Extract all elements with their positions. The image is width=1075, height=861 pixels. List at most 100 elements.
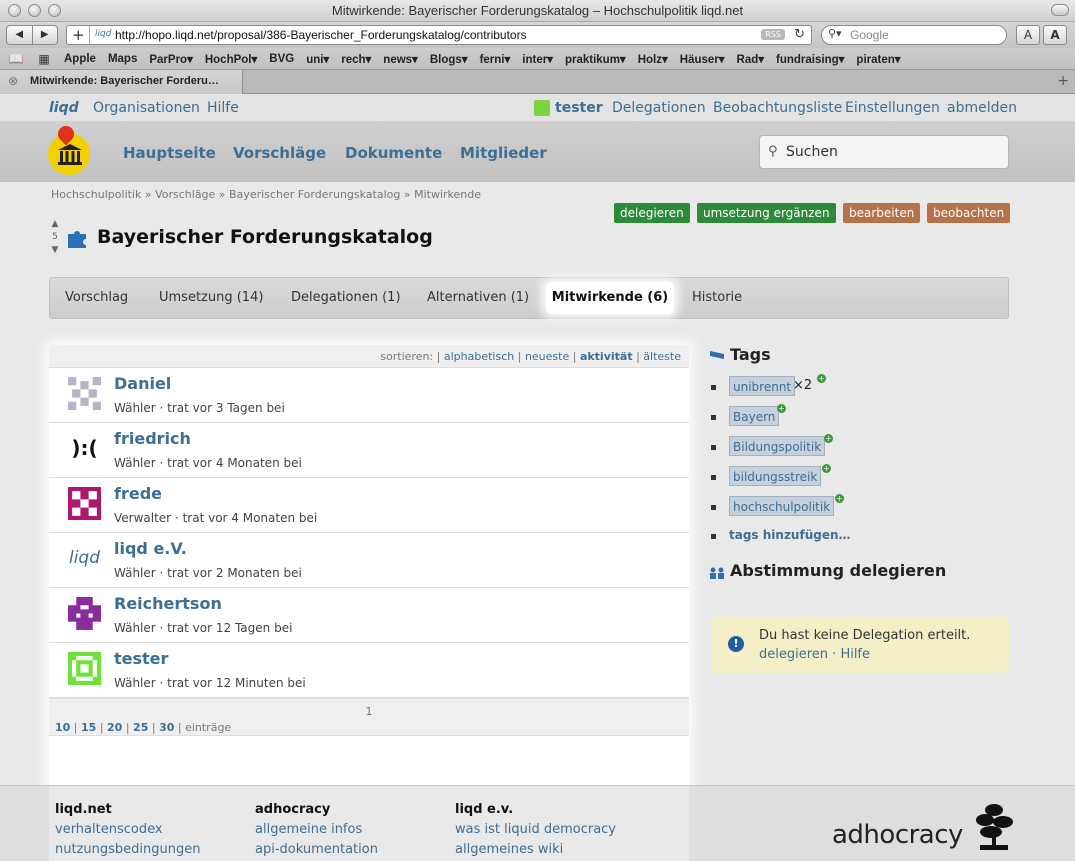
address-bar[interactable]: + liqd http://hopo.liqd.net/proposal/386… xyxy=(66,25,812,45)
avatar[interactable] xyxy=(68,652,101,685)
contributor-name[interactable]: Reichertson xyxy=(114,594,222,613)
sort-aktivitaet[interactable]: aktivität xyxy=(580,350,633,363)
beobachten-button[interactable]: beobachten xyxy=(927,203,1011,223)
bookmark-item[interactable]: fundraising▾ xyxy=(776,52,844,66)
contributor-name[interactable]: liqd e.V. xyxy=(114,539,187,558)
nav-hauptseite[interactable]: Hauptseite xyxy=(123,144,216,162)
footer-link[interactable]: was ist liquid democracy xyxy=(455,820,616,840)
footer-link[interactable]: api-dokumentation xyxy=(255,840,378,860)
add-tags-link[interactable]: tags hinzufügen… xyxy=(729,528,851,542)
contributor-name[interactable]: friedrich xyxy=(114,429,191,448)
footer-link[interactable]: allgemeine infos xyxy=(255,820,378,840)
avatar[interactable] xyxy=(68,487,101,520)
tag-link[interactable]: Bayern xyxy=(729,406,780,426)
add-tag-icon[interactable]: + xyxy=(835,494,844,503)
tab-historie[interactable]: Historie xyxy=(692,290,742,305)
avatar[interactable] xyxy=(68,597,101,630)
sort-neueste[interactable]: neueste xyxy=(525,350,569,363)
organisationen-link[interactable]: Organisationen xyxy=(93,100,200,116)
avatar[interactable]: ):( xyxy=(68,432,101,465)
abmelden-link[interactable]: abmelden xyxy=(947,100,1017,116)
toolbar-toggle-button[interactable] xyxy=(1051,4,1069,16)
font-smaller-button[interactable]: A xyxy=(1016,25,1040,45)
sort-aelteste[interactable]: älteste xyxy=(643,350,681,363)
tab-alternativen[interactable]: Alternativen (1) xyxy=(427,290,529,305)
avatar[interactable] xyxy=(68,377,101,410)
hilfe-link[interactable]: Hilfe xyxy=(207,100,239,116)
liqd-logo[interactable]: liqd xyxy=(49,100,79,116)
nav-dokumente[interactable]: Dokumente xyxy=(345,144,442,162)
site-search-input[interactable]: ⚲ Suchen xyxy=(759,135,1009,169)
delegieren-button[interactable]: delegieren xyxy=(614,203,690,223)
contributor-name[interactable]: tester xyxy=(114,649,168,668)
bookmark-item[interactable]: inter▾ xyxy=(522,52,553,66)
nav-mitglieder[interactable]: Mitglieder xyxy=(460,144,547,162)
browser-search-field[interactable]: ⚲▾ Google xyxy=(821,25,1007,45)
bookmark-item[interactable]: news▾ xyxy=(383,52,418,66)
footer-link[interactable]: allgemeines wiki xyxy=(455,840,616,860)
tab-vorschlag[interactable]: Vorschlag xyxy=(65,290,128,305)
page-size-option[interactable]: 30 xyxy=(159,721,174,734)
page-size-option[interactable]: 20 xyxy=(107,721,122,734)
contributor-name[interactable]: Daniel xyxy=(114,374,171,393)
bookmark-item[interactable]: praktikum▾ xyxy=(565,52,626,66)
bookmark-item[interactable]: Blogs▾ xyxy=(430,52,468,66)
bookmark-item[interactable]: Holz▾ xyxy=(638,52,668,66)
footer-link[interactable]: nutzungsbedingungen xyxy=(55,840,200,860)
bookmark-item[interactable]: Maps xyxy=(108,53,137,65)
tag-link[interactable]: bildungsstreik xyxy=(729,466,822,486)
add-tag-icon[interactable]: + xyxy=(822,464,831,473)
adhocracy-brand[interactable]: adhocracy xyxy=(832,820,963,850)
tab-delegationen[interactable]: Delegationen (1) xyxy=(291,290,401,305)
bookmark-item[interactable]: BVG xyxy=(269,53,294,65)
bookmark-item[interactable]: rech▾ xyxy=(341,52,371,66)
reload-icon[interactable]: ↻ xyxy=(794,26,805,44)
breadcrumb[interactable]: Hochschulpolitik » Vorschläge » Bayerisc… xyxy=(51,188,481,201)
book-icon[interactable]: 📖 xyxy=(8,52,24,66)
delegationen-link[interactable]: Delegationen xyxy=(612,100,706,116)
downvote-icon[interactable]: ▼ xyxy=(49,244,61,257)
bookmark-item[interactable]: HochPol▾ xyxy=(205,52,257,66)
add-tag-icon[interactable]: + xyxy=(824,434,833,443)
einstellungen-link[interactable]: Einstellungen xyxy=(845,100,940,116)
page-size-option[interactable]: 10 xyxy=(55,721,70,734)
tag-link[interactable]: unibrennt xyxy=(729,376,796,396)
bookmark-item[interactable]: Rad▾ xyxy=(737,52,765,66)
font-larger-button[interactable]: A xyxy=(1043,25,1067,45)
close-tab-icon[interactable]: ⊗ xyxy=(8,74,18,88)
tag-link[interactable]: hochschulpolitik xyxy=(729,496,835,516)
help-link[interactable]: Hilfe xyxy=(840,647,870,662)
page-number[interactable]: 1 xyxy=(49,705,689,718)
contributor-name[interactable]: frede xyxy=(114,484,162,503)
bookmark-item[interactable]: piraten▾ xyxy=(856,52,900,66)
new-tab-icon[interactable]: + xyxy=(1057,73,1069,89)
add-bookmark-icon[interactable]: + xyxy=(72,26,85,44)
bookmark-item[interactable]: ferni▾ xyxy=(480,52,511,66)
url-text[interactable]: http://hopo.liqd.net/proposal/386-Bayeri… xyxy=(115,28,527,42)
grid-icon[interactable]: ▦ xyxy=(36,52,52,66)
browser-tab[interactable]: ⊗ Mitwirkende: Bayerischer Forderu… xyxy=(0,70,243,94)
avatar[interactable]: liqd xyxy=(68,542,101,575)
tag-link[interactable]: Bildungspolitik xyxy=(729,436,826,456)
sort-alphabetisch[interactable]: alphabetisch xyxy=(444,350,514,363)
tab-umsetzung[interactable]: Umsetzung (14) xyxy=(159,290,263,305)
back-button[interactable]: ◀ xyxy=(7,26,33,44)
forward-button[interactable]: ▶ xyxy=(33,26,58,44)
bookmark-item[interactable]: uni▾ xyxy=(306,52,329,66)
add-tag-icon[interactable]: + xyxy=(777,404,786,413)
upvote-icon[interactable]: ▲ xyxy=(49,218,61,231)
page-size-option[interactable]: 15 xyxy=(81,721,96,734)
umsetzung-ergaenzen-button[interactable]: umsetzung ergänzen xyxy=(697,203,836,223)
add-tag-icon[interactable]: + xyxy=(817,374,826,383)
bookmark-item[interactable]: Häuser▾ xyxy=(680,52,725,66)
rss-button[interactable]: RSS xyxy=(761,29,785,40)
bearbeiten-button[interactable]: bearbeiten xyxy=(843,203,921,223)
beobachtungsliste-link[interactable]: Beobachtungsliste xyxy=(713,100,842,116)
bookmark-item[interactable]: ParPro▾ xyxy=(149,52,192,66)
tab-mitwirkende[interactable]: Mitwirkende (6) xyxy=(546,282,674,314)
footer-link[interactable]: verhaltenscodex xyxy=(55,820,200,840)
user-link[interactable]: tester xyxy=(555,100,603,116)
bookmark-item[interactable]: Apple xyxy=(64,53,96,65)
delegieren-link[interactable]: delegieren xyxy=(759,647,828,662)
nav-vorschlaege[interactable]: Vorschläge xyxy=(233,144,326,162)
